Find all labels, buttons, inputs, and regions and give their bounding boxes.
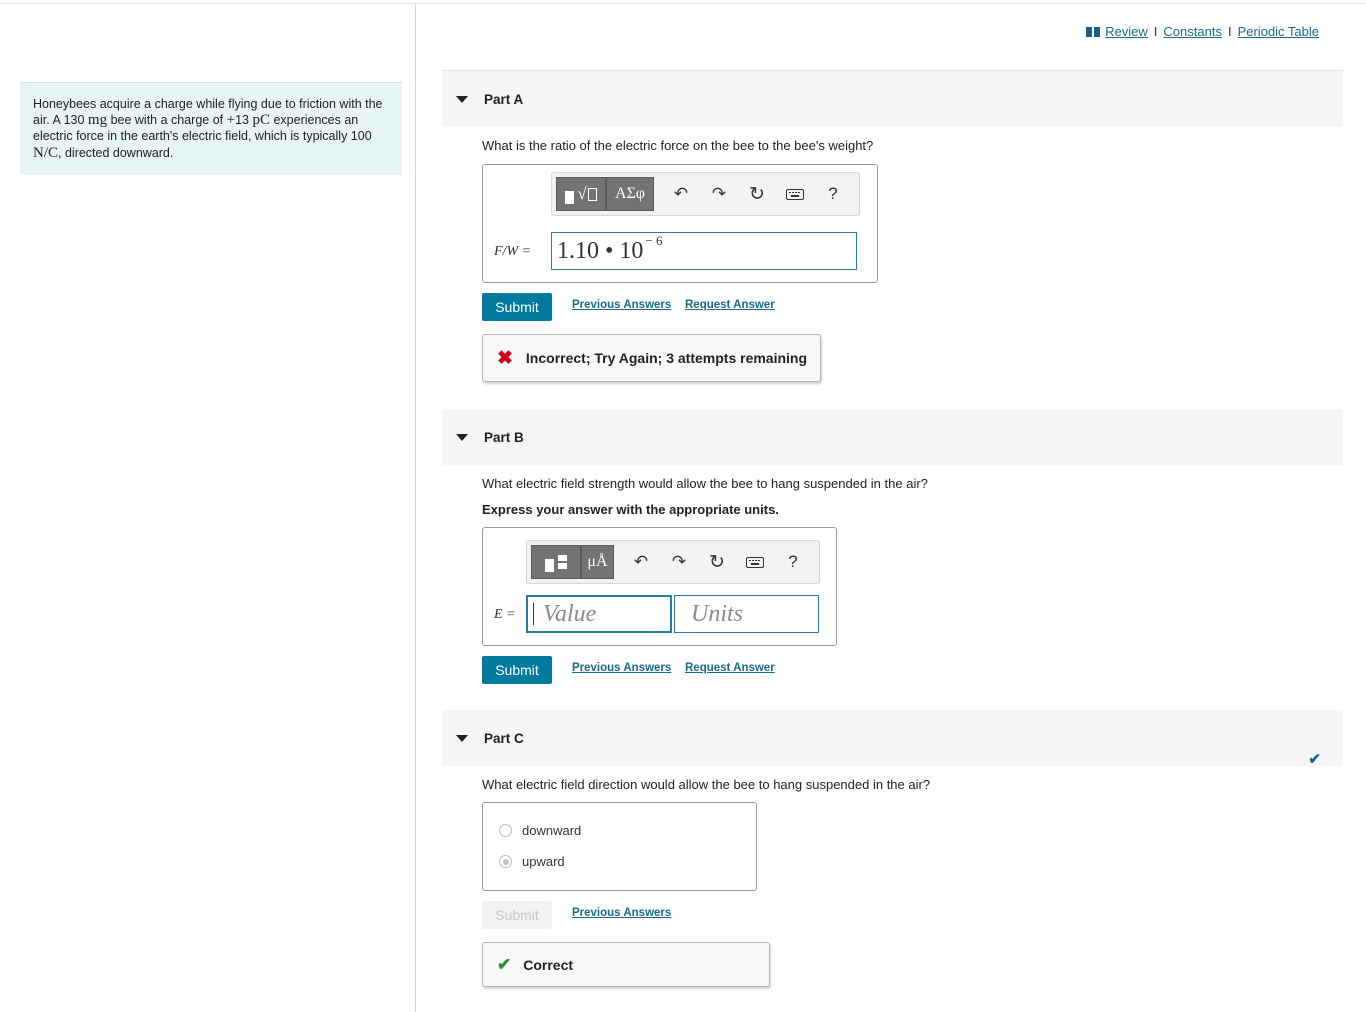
- resource-links: Review I Constants I Periodic Table: [1086, 24, 1319, 39]
- periodic-table-link[interactable]: Periodic Table: [1238, 24, 1319, 39]
- answer-mantissa: 1.10 • 10: [557, 237, 644, 264]
- option-upward[interactable]: upward: [499, 854, 565, 869]
- completed-check-icon: ✔: [1308, 751, 1321, 768]
- collapse-caret-icon[interactable]: [456, 734, 468, 742]
- value-input[interactable]: Value: [526, 595, 672, 633]
- fw-label-text: F/W =: [494, 244, 532, 259]
- direction-options: downward upward: [482, 802, 757, 891]
- undo-icon[interactable]: ↶: [662, 177, 700, 211]
- help-button[interactable]: ?: [774, 545, 812, 579]
- keyboard-icon[interactable]: [776, 177, 814, 211]
- units-placeholder: Units: [691, 600, 744, 627]
- collapse-caret-icon[interactable]: [456, 433, 468, 441]
- part-a-title: Part A: [484, 91, 524, 107]
- fw-label: F/W =: [494, 242, 531, 260]
- part-a-submit-button[interactable]: Submit: [482, 293, 552, 321]
- charge-unit: pC: [252, 112, 270, 129]
- panel-divider: [415, 4, 416, 1012]
- redo-icon[interactable]: ↷: [660, 545, 698, 579]
- sqrt-icon: √: [577, 184, 587, 203]
- radio-upward[interactable]: [499, 855, 512, 868]
- link-separator: I: [1227, 24, 1232, 39]
- part-c-title: Part C: [484, 730, 524, 746]
- answer-exponent: − 6: [645, 233, 663, 248]
- part-b-previous-answers-link[interactable]: Previous Answers: [572, 662, 671, 674]
- incorrect-x-icon: ✖: [497, 347, 513, 369]
- field-unit: N/C: [33, 144, 59, 161]
- review-link[interactable]: Review: [1105, 24, 1148, 39]
- e-label-text: E =: [494, 607, 516, 622]
- part-b-question: What electric field strength would allow…: [482, 476, 928, 491]
- part-b-submit-button[interactable]: Submit: [482, 656, 552, 684]
- help-button[interactable]: ?: [814, 177, 852, 211]
- part-a-question: What is the ratio of the electric force …: [482, 138, 874, 153]
- part-b-request-answer-link[interactable]: Request Answer: [685, 662, 775, 674]
- part-a-feedback: ✖ Incorrect; Try Again; 3 attempts remai…: [482, 334, 821, 382]
- undo-icon[interactable]: ↶: [622, 545, 660, 579]
- radio-downward[interactable]: [499, 824, 512, 837]
- part-c-submit-button: Submit: [482, 901, 552, 929]
- template-button[interactable]: [531, 545, 581, 579]
- option-downward[interactable]: downward: [499, 823, 581, 838]
- template-icon: [545, 558, 554, 572]
- option-label: upward: [522, 854, 565, 869]
- part-b-instruction: Express your answer with the appropriate…: [482, 502, 779, 517]
- part-c-header[interactable]: Part C ✔: [442, 710, 1343, 768]
- part-a-previous-answers-link[interactable]: Previous Answers: [572, 299, 671, 311]
- problem-text: , directed downward.: [58, 145, 174, 160]
- field-value: 100: [350, 129, 372, 144]
- correct-check-icon: ✔: [497, 954, 512, 974]
- book-icon: [1086, 26, 1101, 37]
- box-icon: [587, 187, 597, 201]
- link-separator: I: [1153, 24, 1158, 39]
- reset-icon[interactable]: ↻: [738, 177, 776, 211]
- top-rule: [0, 3, 1366, 4]
- math-toolbar: √ ΑΣφ ↶ ↷ ↻ ?: [551, 172, 860, 216]
- part-c-feedback: ✔ Correct: [482, 942, 770, 987]
- greek-symbols-button[interactable]: ΑΣφ: [606, 177, 654, 211]
- constants-link[interactable]: Constants: [1163, 24, 1222, 39]
- fw-answer-input[interactable]: 1.10 • 10− 6: [551, 232, 857, 270]
- template-button[interactable]: √: [556, 177, 606, 211]
- reset-icon[interactable]: ↻: [698, 545, 736, 579]
- part-b-title: Part B: [484, 429, 524, 445]
- template-icon: [565, 190, 575, 204]
- value-placeholder: Value: [543, 600, 597, 627]
- units-button[interactable]: μÅ: [581, 545, 614, 579]
- option-label: downward: [522, 823, 582, 838]
- e-label: E =: [494, 605, 516, 623]
- text-cursor: [533, 603, 534, 625]
- part-b-header[interactable]: Part B: [442, 409, 1343, 465]
- charge-value: 13: [235, 113, 253, 128]
- part-c-previous-answers-link[interactable]: Previous Answers: [572, 907, 671, 919]
- keyboard-icon[interactable]: [736, 545, 774, 579]
- collapse-caret-icon[interactable]: [456, 95, 468, 103]
- units-toolbar: μÅ ↶ ↷ ↻ ?: [526, 540, 820, 584]
- charge-sign: +: [226, 112, 236, 129]
- units-input[interactable]: Units: [674, 595, 819, 633]
- part-b-answer-box: μÅ ↶ ↷ ↻ ? E = Value Units: [482, 527, 837, 646]
- part-a-header[interactable]: Part A: [442, 71, 1343, 127]
- part-c-feedback-text: Correct: [523, 956, 574, 973]
- part-c-question: What electric field direction would allo…: [482, 777, 931, 792]
- mass-unit: mg: [87, 112, 108, 129]
- redo-icon[interactable]: ↷: [700, 177, 738, 211]
- part-a-feedback-text: Incorrect; Try Again; 3 attempts remaini…: [525, 350, 808, 366]
- problem-text: bee with a charge of: [107, 113, 227, 128]
- fraction-icon: [558, 555, 567, 569]
- part-a-answer-box: √ ΑΣφ ↶ ↷ ↻ ? F/W = 1.10 • 10− 6: [482, 164, 878, 283]
- problem-statement: Honeybees acquire a charge while flying …: [20, 82, 402, 175]
- part-a-request-answer-link[interactable]: Request Answer: [685, 299, 775, 311]
